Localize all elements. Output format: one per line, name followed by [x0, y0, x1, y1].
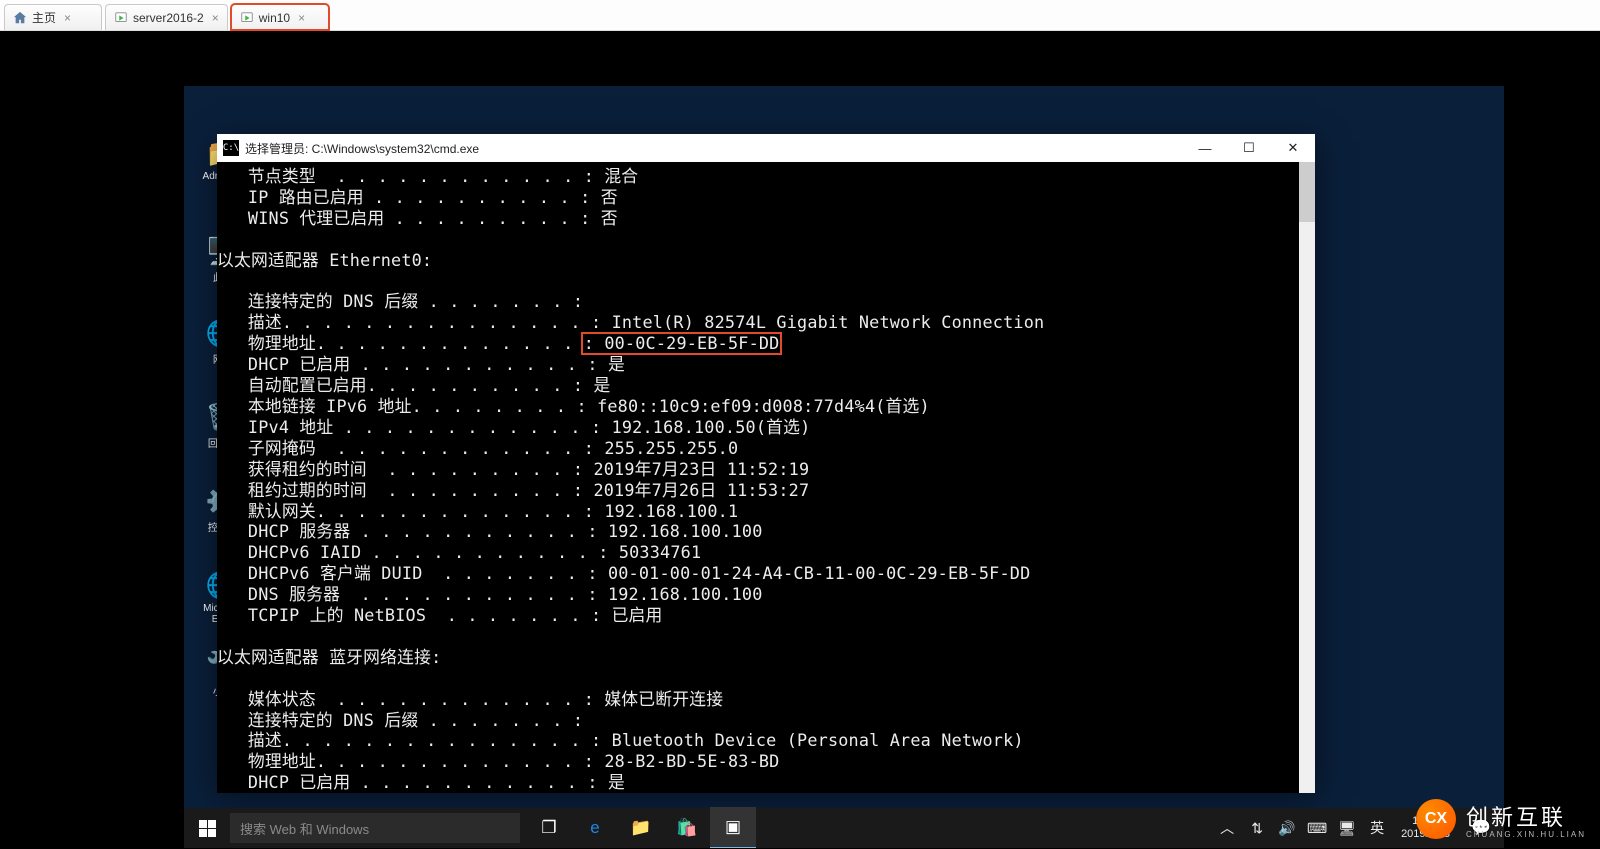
- taskbar-cmd[interactable]: ▣: [710, 807, 756, 848]
- tab-close-icon[interactable]: ×: [298, 12, 305, 24]
- cmd-title-text: 选择管理员: C:\Windows\system32\cmd.exe: [245, 140, 479, 157]
- watermark: CX 创新互联 CHUANG.XIN.HU.LIAN: [1416, 799, 1586, 839]
- tab-home[interactable]: 主页 ×: [4, 4, 102, 30]
- tab-close-icon[interactable]: ×: [212, 12, 219, 24]
- cmd-window: C:\ 选择管理员: C:\Windows\system32\cmd.exe ―…: [217, 134, 1315, 787]
- tab-server2016-2[interactable]: server2016-2 ×: [105, 4, 228, 30]
- cmd-icon: C:\: [223, 140, 239, 156]
- tab-close-icon[interactable]: ×: [64, 12, 71, 24]
- start-button[interactable]: [184, 808, 230, 848]
- win10-desktop: 📁 Admini... 🖥️ 此... 🌐 网... 🗑️ 回收... ⚙️ 控…: [184, 86, 1504, 848]
- watermark-subtext: CHUANG.XIN.HU.LIAN: [1466, 830, 1586, 839]
- mac-address-value: : 00-0C-29-EB-5F-DD: [584, 333, 780, 353]
- tab-win10[interactable]: win10 ×: [231, 4, 329, 30]
- taskbar-search[interactable]: 搜索 Web 和 Windows: [230, 813, 520, 843]
- vm-icon: [114, 11, 128, 25]
- mac-highlight-box: [581, 332, 783, 355]
- taskbar-store[interactable]: 🛍️: [664, 808, 710, 848]
- minimize-button[interactable]: ―: [1183, 134, 1227, 162]
- search-placeholder: 搜索 Web 和 Windows: [240, 819, 369, 838]
- close-button[interactable]: ✕: [1271, 134, 1315, 162]
- watermark-logo-icon: CX: [1416, 799, 1456, 839]
- tab-label: server2016-2: [133, 11, 204, 25]
- tray-display-icon[interactable]: 🖥: [1335, 820, 1359, 837]
- windows-logo-icon: [199, 820, 216, 837]
- tray-chevron-up-icon[interactable]: ︿: [1215, 818, 1239, 838]
- tray-volume-icon[interactable]: 🔊: [1275, 820, 1299, 837]
- cmd-body[interactable]: 节点类型 . . . . . . . . . . . . : 混合 IP 路由已…: [217, 162, 1315, 793]
- cmd-scrollbar[interactable]: [1299, 162, 1315, 793]
- home-icon: [13, 11, 27, 25]
- watermark-text: 创新互联: [1466, 800, 1586, 832]
- tray-keyboard-icon[interactable]: ⌨: [1305, 820, 1329, 837]
- taskbar-file-explorer[interactable]: 📁: [618, 808, 664, 848]
- tab-label: win10: [259, 11, 290, 25]
- cmd-titlebar[interactable]: C:\ 选择管理员: C:\Windows\system32\cmd.exe ―…: [217, 134, 1315, 162]
- tab-label: 主页: [32, 9, 56, 26]
- maximize-button[interactable]: ☐: [1227, 134, 1271, 162]
- cmd-scrollbar-thumb[interactable]: [1299, 162, 1315, 222]
- viewer-background: 📁 Admini... 🖥️ 此... 🌐 网... 🗑️ 回收... ⚙️ 控…: [0, 30, 1600, 849]
- cmd-output[interactable]: 节点类型 . . . . . . . . . . . . : 混合 IP 路由已…: [217, 166, 1315, 793]
- vm-icon: [240, 11, 254, 25]
- taskbar-edge[interactable]: e: [572, 808, 618, 848]
- tray-ime[interactable]: 英: [1365, 818, 1389, 838]
- taskbar: 搜索 Web 和 Windows ❐ e 📁 🛍️ ▣ ︿ ⇅ 🔊 ⌨ 🖥 英 …: [184, 808, 1504, 848]
- task-view-button[interactable]: ❐: [526, 808, 572, 848]
- tray-network-icon[interactable]: ⇅: [1245, 820, 1269, 837]
- vm-tab-strip: 主页 × server2016-2 × win10 ×: [0, 0, 1600, 31]
